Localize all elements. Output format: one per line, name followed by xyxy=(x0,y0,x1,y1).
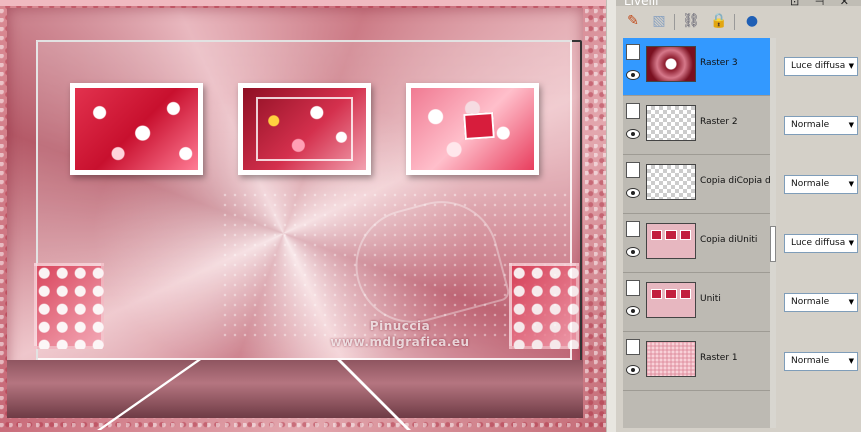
visibility-eye-icon[interactable] xyxy=(626,70,640,80)
layer-row-raster-1[interactable]: Raster 1 xyxy=(623,333,770,391)
blend-mode-select[interactable]: Normale ▼ xyxy=(784,293,858,312)
blend-mode-value: Normale xyxy=(791,120,830,130)
layer-name: Raster 3 xyxy=(700,58,738,68)
dropdown-arrow-icon: ▼ xyxy=(848,180,854,188)
layer-row-uniti[interactable]: Uniti xyxy=(623,274,770,332)
layer-row-raster-3[interactable]: Raster 3 xyxy=(623,38,770,96)
blend-mode-value: Luce diffusa xyxy=(791,238,846,248)
layer-name: Uniti xyxy=(700,294,721,304)
canvas-top-border xyxy=(0,0,606,6)
dropdown-arrow-icon: ▼ xyxy=(848,357,854,365)
watermark-author: Pinuccia xyxy=(369,319,431,333)
side-photo-right xyxy=(509,263,579,349)
layer-type-icon xyxy=(626,44,640,60)
window-controls[interactable]: ⊡ ⊣ ✕ xyxy=(790,0,855,8)
layer-thumbnail xyxy=(646,46,696,82)
layer-name: Raster 2 xyxy=(700,117,738,127)
layer-row-copia-diuniti[interactable]: Copia diUniti xyxy=(623,215,770,273)
layer-type-icon xyxy=(626,103,640,119)
layer-type-icon xyxy=(626,221,640,237)
panel-title: Livelli xyxy=(624,0,659,8)
link-icon[interactable]: ⛓ xyxy=(682,12,700,30)
blend-mode-value: Normale xyxy=(791,179,830,189)
visibility-eye-icon[interactable] xyxy=(626,247,640,257)
lock-icon[interactable]: 🔒 xyxy=(710,12,728,30)
sphere-icon[interactable]: ● xyxy=(743,12,761,30)
scrollbar-thumb[interactable] xyxy=(770,226,776,262)
blend-mode-select[interactable]: Luce diffusa ▼ xyxy=(784,234,858,253)
heart-candy xyxy=(463,111,495,141)
mask-icon[interactable]: ▧ xyxy=(650,12,668,30)
blend-mode-value: Normale xyxy=(791,356,830,366)
visibility-eye-icon[interactable] xyxy=(626,129,640,139)
layer-type-icon xyxy=(626,280,640,296)
layers-toolbar: ✎ ▧ ⛓ 🔒 ● xyxy=(616,8,861,38)
toolbar-separator xyxy=(734,14,735,30)
watermark: Pinuccia www.mdlgrafica.eu xyxy=(300,318,500,350)
dropdown-arrow-icon: ▼ xyxy=(848,239,854,247)
layer-row-copia-dicopia[interactable]: Copia diCopia diU xyxy=(623,156,770,214)
candy-photo-2 xyxy=(238,83,371,175)
visibility-eye-icon[interactable] xyxy=(626,188,640,198)
layer-thumbnail xyxy=(646,223,696,259)
layer-thumbnail xyxy=(646,341,696,377)
layer-name: Raster 1 xyxy=(700,353,738,363)
visibility-eye-icon[interactable] xyxy=(626,306,640,316)
image-canvas[interactable]: Pinuccia www.mdlgrafica.eu xyxy=(0,0,606,432)
layer-name: Copia diCopia diU xyxy=(700,176,770,186)
road-perspective xyxy=(7,360,583,418)
layer-name: Copia diUniti xyxy=(700,235,758,245)
dropdown-arrow-icon: ▼ xyxy=(848,62,854,70)
side-photo-left xyxy=(34,263,104,349)
visibility-eye-icon[interactable] xyxy=(626,365,640,375)
layer-type-icon xyxy=(626,162,640,178)
layer-thumbnail xyxy=(646,164,696,200)
blend-mode-value: Luce diffusa xyxy=(791,61,846,71)
blend-mode-select[interactable]: Normale ▼ xyxy=(784,352,858,371)
blend-mode-select[interactable]: Normale ▼ xyxy=(784,116,858,135)
layer-type-icon xyxy=(626,339,640,355)
candy-photo-1 xyxy=(70,83,203,175)
layer-thumbnail xyxy=(646,282,696,318)
dropdown-arrow-icon: ▼ xyxy=(848,298,854,306)
layer-thumbnail xyxy=(646,105,696,141)
paint-brush-icon[interactable]: ✎ xyxy=(624,12,642,30)
dropdown-arrow-icon: ▼ xyxy=(848,121,854,129)
toolbar-separator xyxy=(674,14,675,30)
watermark-url: www.mdlgrafica.eu xyxy=(330,335,470,349)
layers-panel: Livelli ⊡ ⊣ ✕ ✎ ▧ ⛓ 🔒 ● Raster 3 Luce di… xyxy=(616,0,861,432)
layer-row-raster-2[interactable]: Raster 2 xyxy=(623,97,770,155)
blend-mode-select[interactable]: Normale ▼ xyxy=(784,175,858,194)
candy-photo-3 xyxy=(406,83,539,175)
blend-mode-select[interactable]: Luce diffusa ▼ xyxy=(784,57,858,76)
blend-mode-value: Normale xyxy=(791,297,830,307)
